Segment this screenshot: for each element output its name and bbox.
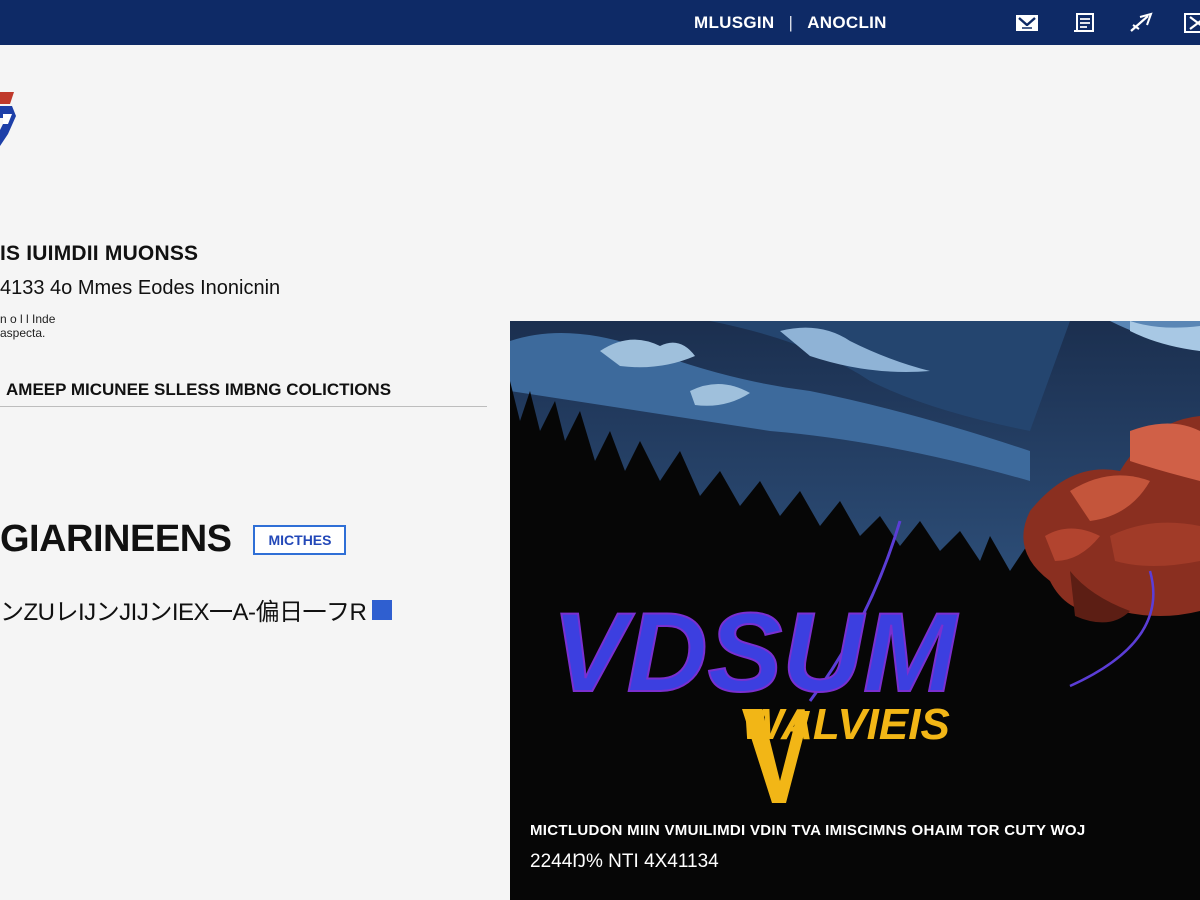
panel-logo-text: VDSUM [552, 590, 959, 715]
panel-caption: MICTLUDON MIIN VMUILIMDI VDIN TVA IMISCI… [530, 822, 1086, 839]
panel-logo-subtext: WALVIEIS [742, 700, 950, 749]
code-row: ンZUレIJンJIJンIEX一A-偏日一フR [0, 592, 393, 627]
nav-link-anoclin[interactable]: ANOCLIN [807, 13, 887, 33]
matches-badge[interactable]: MICTHES [253, 524, 347, 555]
section-title: AMEEP MICUNEE SLLESS IMBNG COLICTIONS [6, 380, 392, 399]
top-icon-bar [1012, 10, 1200, 36]
page-subtitle: 4133 4o Mmes Eodes Inonicnin [0, 277, 281, 299]
page-title: IS IUIMDII MUONSS [0, 242, 199, 265]
document-icon[interactable] [1069, 10, 1099, 36]
hero-artwork: VDSUM WALVIEIS [510, 321, 1200, 900]
big-heading: GIARINEENS [0, 518, 232, 560]
brand-logo [0, 90, 20, 150]
section-divider [0, 406, 487, 407]
code-text: ンZUレIJンJIJンIEX一A-偏日一フR [0, 599, 367, 626]
top-nav: MLUSGIN | ANOCLIN [694, 13, 887, 33]
close-icon[interactable] [1183, 10, 1200, 36]
nav-separator: | [788, 13, 794, 32]
inbox-icon[interactable] [1012, 10, 1042, 36]
hero-image-panel: VDSUM WALVIEIS MICTLUDON MIIN VMUILIMDI … [510, 321, 1200, 900]
flag-icon [372, 599, 393, 620]
small-note: n o l l Inde aspecta. [0, 312, 56, 340]
nav-link-mlusgin[interactable]: MLUSGIN [694, 13, 774, 33]
heading-row: GIARINEENS MICTHES [0, 518, 347, 561]
edit-icon[interactable] [1126, 10, 1156, 36]
panel-stat: 2244Ŋ% NTI 4X41134 [530, 851, 719, 872]
top-bar: MLUSGIN | ANOCLIN [0, 0, 1200, 45]
